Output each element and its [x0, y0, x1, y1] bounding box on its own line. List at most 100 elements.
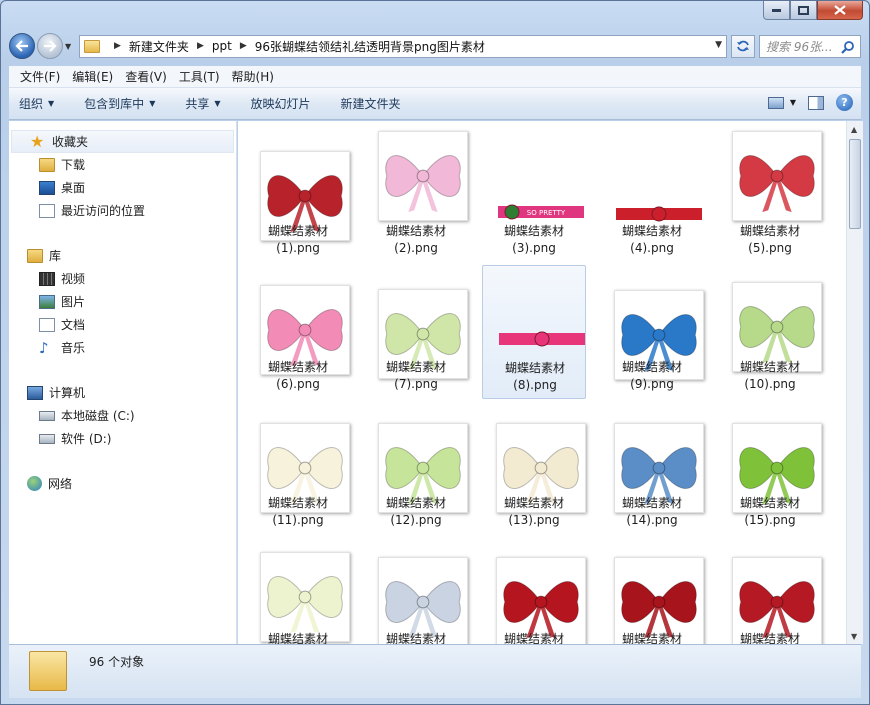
file-item[interactable]: 蝴蝶结素材 (14).png: [600, 401, 704, 535]
file-label: 蝴蝶结素材 (3).png: [482, 223, 586, 257]
file-name: 蝴蝶结素材: [385, 224, 446, 238]
file-item[interactable]: 蝴蝶结素材(16).png: [246, 537, 350, 644]
address-dropdown-icon[interactable]: ▼: [715, 40, 722, 50]
file-item[interactable]: 蝴蝶结素材 (11).png: [246, 401, 350, 535]
folder-icon: [29, 651, 67, 691]
refresh-button[interactable]: [731, 34, 755, 58]
file-extension: (5).png: [748, 241, 792, 255]
file-item[interactable]: 蝴蝶结素材 (2).png: [364, 129, 468, 263]
include-library-button[interactable]: 包含到库中 ▼: [84, 95, 155, 112]
drive-icon: [39, 410, 55, 421]
nav-network[interactable]: 网络: [9, 472, 236, 495]
minimize-button[interactable]: [763, 1, 790, 20]
view-controls: ▼ ?: [756, 94, 853, 111]
file-item[interactable]: 蝴蝶结素材(19).png: [600, 537, 704, 644]
nav-downloads[interactable]: 下载: [9, 153, 236, 176]
address-bar[interactable]: ▶ 新建文件夹 ▶ ppt ▶ 96张蝴蝶结领结礼结透明背景png图片素材 ▼: [79, 34, 727, 58]
nav-libraries[interactable]: 库: [9, 244, 236, 267]
share-button[interactable]: 共享 ▼: [185, 95, 220, 112]
file-item[interactable]: 蝴蝶结素材 (6).png: [246, 265, 350, 399]
file-label: 蝴蝶结素材(18).png: [482, 631, 586, 644]
organize-button[interactable]: 组织 ▼: [19, 95, 54, 112]
maximize-button[interactable]: [790, 1, 817, 20]
nav-label: 软件 (D:): [61, 432, 112, 446]
file-item[interactable]: 蝴蝶结素材 (4).png: [600, 129, 704, 263]
file-label: 蝴蝶结素材 (4).png: [600, 223, 704, 257]
file-label: 蝴蝶结素材(17).png: [364, 631, 468, 644]
help-icon[interactable]: ?: [836, 94, 853, 111]
file-item[interactable]: 蝴蝶结素材 (9).png: [600, 265, 704, 399]
computer-icon: [27, 385, 43, 400]
nav-drive-c[interactable]: 本地磁盘 (C:): [9, 404, 236, 427]
file-name: 蝴蝶结素材: [385, 360, 446, 374]
caption-buttons: [763, 1, 863, 20]
change-view-icon[interactable]: [767, 96, 784, 109]
file-label: 蝴蝶结素材 (7).png: [364, 359, 468, 393]
preview-pane-icon[interactable]: [808, 95, 824, 110]
file-list: 蝴蝶结素材 (1).png 蝴蝶结素材 (2).png SO PRETTY 蝴蝶结素材 (3…: [238, 121, 846, 644]
file-item[interactable]: SO PRETTY 蝴蝶结素材 (3).png: [482, 129, 586, 263]
file-name: 蝴蝶结素材: [503, 224, 564, 238]
file-item[interactable]: 蝴蝶结素材 (13).png: [482, 401, 586, 535]
search-input[interactable]: 搜索 96张...: [759, 34, 861, 58]
file-thumbnail: [260, 552, 350, 642]
slideshow-button[interactable]: 放映幻灯片: [251, 95, 311, 112]
file-label: 蝴蝶结素材 (5).png: [718, 223, 822, 257]
chevron-down-icon: ▼: [149, 99, 156, 108]
nav-recent-places[interactable]: 最近访问的位置: [9, 199, 236, 222]
menu-bar: 文件(F) 编辑(E) 查看(V) 工具(T) 帮助(H): [9, 66, 861, 88]
nav-music[interactable]: ♪ 音乐: [9, 336, 236, 359]
vertical-scrollbar[interactable]: ▲ ▼: [846, 121, 863, 644]
menu-help[interactable]: 帮助(H): [227, 68, 279, 85]
nav-desktop[interactable]: 桌面: [9, 176, 236, 199]
new-folder-button[interactable]: 新建文件夹: [341, 95, 401, 112]
file-item[interactable]: 蝴蝶结素材 (8).png: [482, 265, 586, 399]
chevron-right-icon[interactable]: ▶: [240, 41, 247, 51]
menu-view[interactable]: 查看(V): [120, 68, 172, 85]
file-item[interactable]: 蝴蝶结素材(20).png: [718, 537, 822, 644]
chevron-right-icon[interactable]: ▶: [197, 41, 204, 51]
explorer-window: ▼ ▶ 新建文件夹 ▶ ppt ▶ 96张蝴蝶结领结礼结透明背景png图片素材 …: [0, 0, 870, 705]
chevron-down-icon: ▼: [214, 99, 221, 108]
recent-pages-dropdown[interactable]: ▼: [65, 42, 75, 51]
bow-image: [616, 206, 702, 222]
file-item[interactable]: 蝴蝶结素材 (12).png: [364, 401, 468, 535]
nav-label: 文档: [61, 318, 86, 332]
recent-places-icon: [39, 203, 55, 218]
bow-image: [267, 576, 343, 634]
nav-videos[interactable]: 视频: [9, 267, 236, 290]
file-item[interactable]: 蝴蝶结素材 (7).png: [364, 265, 468, 399]
file-item[interactable]: 蝴蝶结素材 (5).png: [718, 129, 822, 263]
file-item[interactable]: 蝴蝶结素材 (15).png: [718, 401, 822, 535]
file-name: 蝴蝶结素材: [621, 360, 682, 374]
file-item[interactable]: 蝴蝶结素材 (1).png: [246, 129, 350, 263]
menu-edit[interactable]: 编辑(E): [67, 68, 118, 85]
picture-icon: [39, 294, 55, 309]
back-button[interactable]: [9, 33, 35, 59]
scroll-down-icon[interactable]: ▼: [851, 632, 857, 641]
nav-computer[interactable]: 计算机: [9, 381, 236, 404]
scroll-up-icon[interactable]: ▲: [851, 125, 857, 134]
scrollbar-thumb[interactable]: [849, 139, 861, 229]
file-name: 蝴蝶结素材: [739, 224, 800, 238]
organize-label: 组织: [19, 97, 44, 111]
nav-documents[interactable]: 文档: [9, 313, 236, 336]
forward-button[interactable]: [37, 33, 63, 59]
nav-pictures[interactable]: 图片: [9, 290, 236, 313]
breadcrumb-1[interactable]: 新建文件夹: [129, 38, 189, 55]
file-item[interactable]: 蝴蝶结素材 (10).png: [718, 265, 822, 399]
menu-file[interactable]: 文件(F): [15, 68, 65, 85]
search-icon[interactable]: [841, 40, 855, 54]
menu-tools[interactable]: 工具(T): [174, 68, 225, 85]
chevron-right-icon[interactable]: ▶: [114, 41, 121, 51]
close-button[interactable]: [817, 1, 863, 20]
file-item[interactable]: 蝴蝶结素材(18).png: [482, 537, 586, 644]
nav-favorites[interactable]: ★ 收藏夹: [11, 130, 234, 153]
nav-drive-d[interactable]: 软件 (D:): [9, 427, 236, 450]
view-dropdown-icon[interactable]: ▼: [790, 98, 796, 107]
breadcrumb-3[interactable]: 96张蝴蝶结领结礼结透明背景png图片素材: [255, 38, 485, 55]
file-item[interactable]: 蝴蝶结素材(17).png: [364, 537, 468, 644]
breadcrumb-2[interactable]: ppt: [212, 39, 232, 53]
file-name: 蝴蝶结素材: [504, 361, 565, 375]
file-extension: (13).png: [508, 513, 560, 527]
